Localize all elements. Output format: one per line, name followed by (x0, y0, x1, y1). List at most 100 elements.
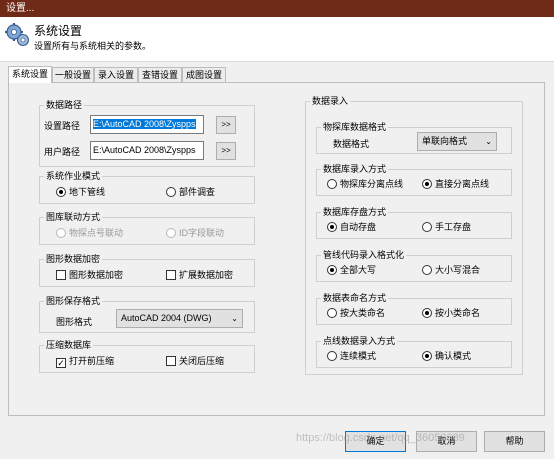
table-naming-option-label: 按大类命名 (340, 308, 386, 318)
user-path-label: 用户路径 (44, 147, 81, 157)
compress-group: 压缩数据库 ✓ 打开前压缩 关闭后压缩 (39, 339, 255, 373)
radio-selected-icon (422, 351, 432, 361)
save-mode-group: 数据库存盘方式 自动存盘 手工存盘 (316, 206, 512, 239)
radio-icon (166, 187, 176, 197)
checkbox-icon (166, 356, 176, 366)
settings-path-input[interactable]: E:\AutoCAD 2008\Zyspps (90, 115, 204, 134)
point-entry-option-confirm[interactable]: 确认模式 (422, 350, 471, 363)
db-format-group: 物探库数据格式 数据格式 单联向格式 ⌄ (316, 121, 512, 154)
encrypt-graphics-label: 图形数据加密 (69, 270, 124, 280)
work-mode-group: 系统作业模式 地下管线 部件调查 (39, 170, 255, 204)
settings-path-value: E:\AutoCAD 2008\Zyspps (93, 119, 196, 129)
work-mode-option-pipeline[interactable]: 地下管线 (56, 186, 105, 199)
db-format-label: 数据格式 (333, 139, 370, 149)
work-mode-title: 系统作业模式 (44, 170, 103, 182)
encrypt-extended-checkbox[interactable]: 扩展数据加密 (166, 269, 233, 282)
radio-icon (422, 265, 432, 275)
library-link-option-id: ID字段联动 (166, 227, 224, 240)
window-title-bar: 设置... (0, 0, 554, 17)
radio-selected-icon (327, 222, 337, 232)
work-mode-option-label: 地下管线 (69, 187, 106, 197)
code-format-option-label: 全部大写 (340, 265, 377, 275)
window-title: 设置... (6, 3, 35, 14)
table-naming-title: 数据表命名方式 (321, 292, 389, 304)
checkmark-icon: ✓ (56, 358, 66, 368)
library-link-option-point: 物探点号联动 (56, 227, 123, 240)
save-format-label: 图形格式 (56, 317, 93, 327)
checkbox-icon (166, 270, 176, 280)
help-button[interactable]: 帮助 (484, 431, 545, 452)
work-mode-option-parts[interactable]: 部件调查 (166, 186, 215, 199)
point-entry-option-label: 确认模式 (435, 351, 472, 361)
data-entry-group: 数据录入 物探库数据格式 数据格式 单联向格式 ⌄ 数据库录入方式 物探库分离点线… (305, 95, 523, 375)
compress-title: 压缩数据库 (44, 339, 94, 351)
point-entry-option-continuous[interactable]: 连续模式 (327, 350, 376, 363)
library-link-option-label: ID字段联动 (179, 228, 225, 238)
db-format-title: 物探库数据格式 (321, 121, 389, 133)
encrypt-extended-label: 扩展数据加密 (179, 270, 234, 280)
entry-mode-group: 数据库录入方式 物探库分离点线 直接分离点线 (316, 163, 512, 196)
settings-path-label: 设置路径 (44, 121, 81, 131)
table-naming-option-major[interactable]: 按大类命名 (327, 307, 385, 320)
point-entry-group: 点线数据录入方式 连续模式 确认模式 (316, 335, 512, 368)
code-format-option-upper[interactable]: 全部大写 (327, 264, 376, 277)
encryption-title: 图形数据加密 (44, 253, 103, 265)
entry-mode-option-label: 直接分离点线 (435, 179, 490, 189)
point-entry-title: 点线数据录入方式 (321, 335, 398, 347)
entry-mode-title: 数据库录入方式 (321, 163, 389, 175)
code-format-option-mixed[interactable]: 大小写混合 (422, 264, 480, 277)
checkbox-icon (56, 270, 66, 280)
save-format-group: 图形保存格式 图形格式 AutoCAD 2004 (DWG) ⌄ (39, 295, 255, 333)
save-format-select[interactable]: AutoCAD 2004 (DWG) ⌄ (116, 309, 243, 328)
db-format-select[interactable]: 单联向格式 ⌄ (417, 132, 497, 151)
save-mode-option-label: 自动存盘 (340, 222, 377, 232)
encrypt-graphics-checkbox[interactable]: 图形数据加密 (56, 269, 123, 282)
save-format-title: 图形保存格式 (44, 295, 103, 307)
gear-icon (5, 23, 30, 47)
user-path-browse-button[interactable]: >> (216, 142, 236, 160)
save-mode-option-auto[interactable]: 自动存盘 (327, 221, 376, 234)
code-format-title: 管线代码录入格式化 (321, 249, 407, 261)
radio-selected-icon (422, 179, 432, 189)
db-format-value: 单联向格式 (422, 136, 468, 146)
table-naming-group: 数据表命名方式 按大类命名 按小类命名 (316, 292, 512, 325)
entry-mode-option-label: 物探库分离点线 (340, 179, 404, 189)
entry-mode-option-direct[interactable]: 直接分离点线 (422, 178, 489, 191)
save-mode-option-manual[interactable]: 手工存盘 (422, 221, 471, 234)
data-path-group: 数据路径 设置路径 E:\AutoCAD 2008\Zyspps >> 用户路径… (39, 99, 255, 167)
tab-system-settings[interactable]: 系统设置 (8, 66, 52, 83)
settings-panel: 数据路径 设置路径 E:\AutoCAD 2008\Zyspps >> 用户路径… (8, 82, 545, 416)
save-mode-title: 数据库存盘方式 (321, 206, 389, 218)
encryption-group: 图形数据加密 图形数据加密 扩展数据加密 (39, 253, 255, 287)
user-path-input[interactable]: E:\AutoCAD 2008\Zyspps (90, 141, 204, 160)
radio-icon (327, 308, 337, 318)
radio-disabled-icon (166, 228, 176, 238)
data-path-title: 数据路径 (44, 99, 85, 111)
tab-map-settings[interactable]: 成图设置 (182, 67, 226, 82)
header-subtitle: 设置所有与系统相关的参数。 (34, 41, 152, 51)
entry-mode-option-separate[interactable]: 物探库分离点线 (327, 178, 403, 191)
ok-button[interactable]: 确定 (345, 431, 406, 452)
settings-path-browse-button[interactable]: >> (216, 116, 236, 134)
radio-icon (327, 351, 337, 361)
radio-selected-icon (422, 308, 432, 318)
compress-before-open-checkbox[interactable]: ✓ 打开前压缩 (56, 355, 114, 368)
library-link-title: 图库联动方式 (44, 211, 103, 223)
radio-selected-icon (56, 187, 66, 197)
code-format-group: 管线代码录入格式化 全部大写 大小写混合 (316, 249, 512, 282)
tab-general-settings[interactable]: 一般设置 (52, 67, 94, 82)
point-entry-option-label: 连续模式 (340, 351, 377, 361)
library-link-option-label: 物探点号联动 (69, 228, 124, 238)
save-format-value: AutoCAD 2004 (DWG) (121, 313, 212, 323)
table-naming-option-minor[interactable]: 按小类命名 (422, 307, 480, 320)
cancel-button[interactable]: 取消 (416, 431, 477, 452)
dialog-header: 系统设置 设置所有与系统相关的参数。 (0, 17, 554, 62)
compress-after-close-checkbox[interactable]: 关闭后压缩 (166, 355, 224, 368)
radio-selected-icon (327, 265, 337, 275)
tab-entry-settings[interactable]: 录入设置 (94, 67, 138, 82)
header-title: 系统设置 (34, 24, 83, 38)
table-naming-option-label: 按小类命名 (435, 308, 481, 318)
library-link-group: 图库联动方式 物探点号联动 ID字段联动 (39, 211, 255, 245)
chevron-down-icon: ⌄ (485, 137, 492, 146)
tab-check-settings[interactable]: 查错设置 (138, 67, 182, 82)
